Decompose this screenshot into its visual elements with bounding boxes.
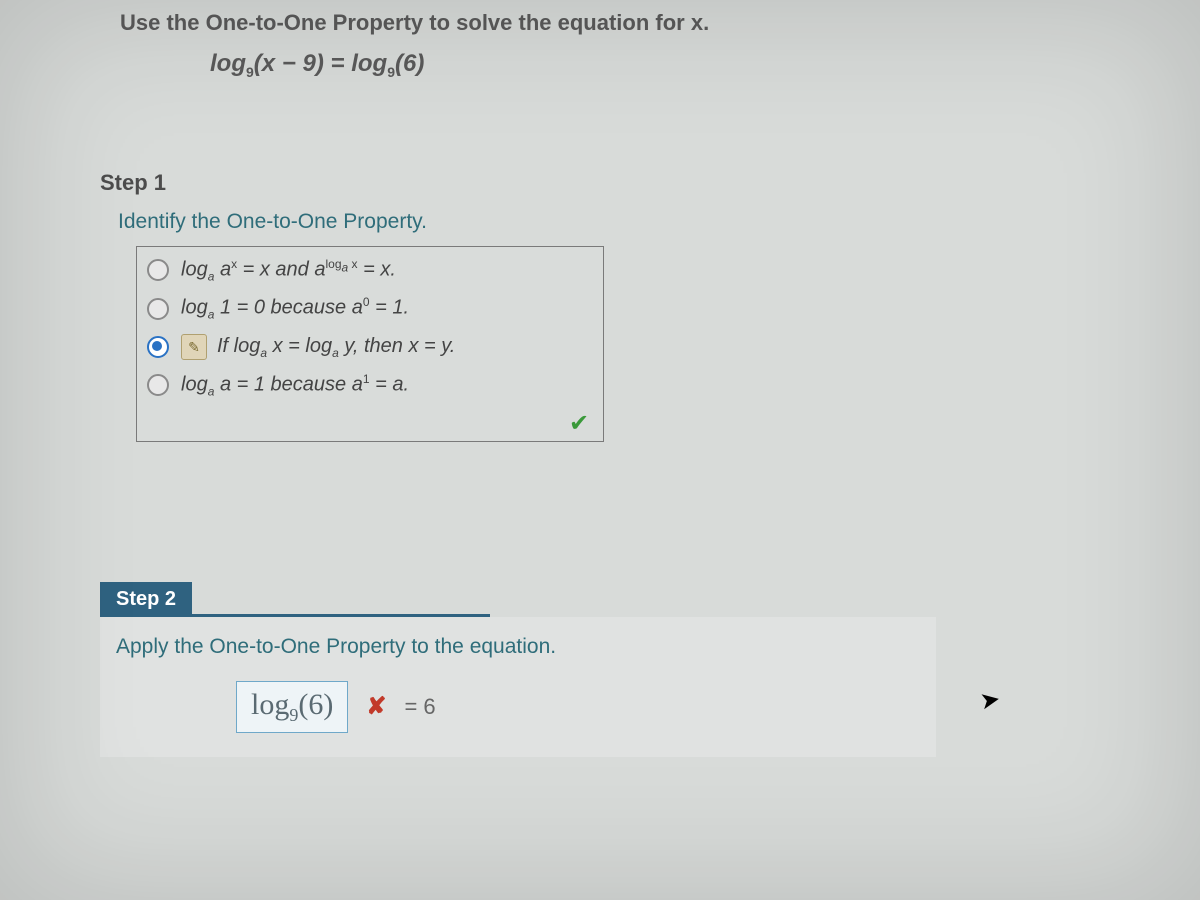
step1-subheading: Identify the One-to-One Property. <box>118 210 1160 234</box>
answer-input[interactable]: log9(6) <box>236 681 348 733</box>
option-label: If loga x = loga y, then x = y. <box>217 335 455 360</box>
radio-icon[interactable] <box>147 259 169 281</box>
wrong-icon: ✘ <box>366 692 386 721</box>
checkmark-icon: ✔ <box>569 409 595 435</box>
step1-options-box: loga ax = x and aloga x = x. loga 1 = 0 … <box>136 246 604 442</box>
step1-section: Step 1 Identify the One-to-One Property.… <box>100 170 1160 442</box>
radio-icon[interactable] <box>147 298 169 320</box>
step2-tab: Step 2 <box>100 582 192 617</box>
step2-body: Apply the One-to-One Property to the equ… <box>100 617 936 757</box>
hint-icon[interactable]: ✎ <box>181 334 207 360</box>
prompt-text: Use the One-to-One Property to solve the… <box>120 10 1160 36</box>
option-row-3[interactable]: loga a = 1 because a1 = a. <box>145 366 595 405</box>
radio-icon[interactable] <box>147 336 169 358</box>
step2-answer-row: log9(6) ✘ = 6 <box>236 681 936 733</box>
cursor-icon: ➤ <box>978 684 1003 716</box>
option-label: loga 1 = 0 because a0 = 1. <box>181 295 409 322</box>
option-row-0[interactable]: loga ax = x and aloga x = x. <box>145 251 595 290</box>
prompt-equation: log9(x − 9) = log9(6) <box>210 50 1160 80</box>
option-label: loga ax = x and aloga x = x. <box>181 257 396 284</box>
step2-section: Step 2 Apply the One-to-One Property to … <box>100 582 1160 757</box>
option-label: loga a = 1 because a1 = a. <box>181 372 409 399</box>
radio-icon[interactable] <box>147 374 169 396</box>
step2-subheading: Apply the One-to-One Property to the equ… <box>116 635 936 659</box>
answer-rhs: = 6 <box>404 694 435 720</box>
option-row-2[interactable]: ✎ If loga x = loga y, then x = y. <box>145 328 595 366</box>
option-row-1[interactable]: loga 1 = 0 because a0 = 1. <box>145 289 595 328</box>
photo-vignette <box>0 0 1200 900</box>
step2-divider <box>100 614 920 617</box>
step1-heading: Step 1 <box>100 170 1160 196</box>
